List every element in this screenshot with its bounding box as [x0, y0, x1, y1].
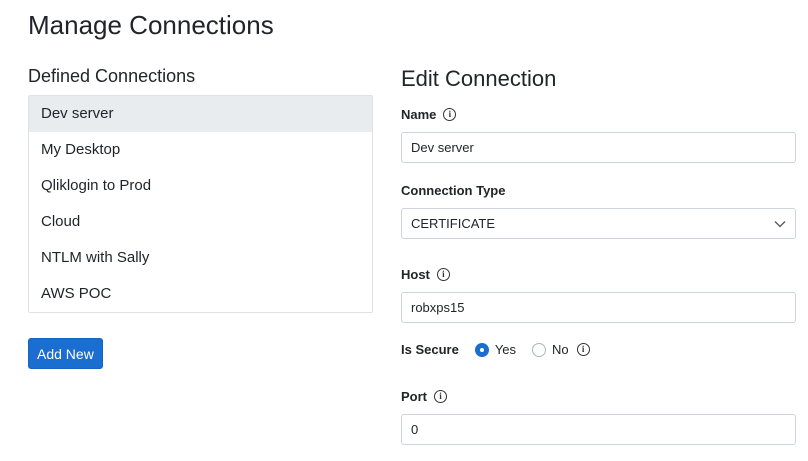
info-icon[interactable]: i	[576, 343, 590, 356]
name-input-value: Dev server	[411, 140, 474, 155]
info-icon[interactable]: i	[443, 107, 457, 121]
is-secure-label: Is Secure	[401, 342, 459, 357]
connection-item-qliklogin-prod[interactable]: Qliklogin to Prod	[29, 168, 372, 204]
name-label: Name	[401, 106, 437, 122]
name-input[interactable]: Dev server	[401, 132, 796, 163]
is-secure-no-option[interactable]: No	[532, 342, 569, 357]
info-icon[interactable]: i	[434, 389, 447, 403]
is-secure-yes-radio[interactable]	[474, 342, 489, 357]
connection-type-label: Connection Type	[401, 182, 506, 198]
host-input-value: robxps15	[411, 300, 465, 315]
host-label: Host	[401, 266, 430, 282]
connection-item-ntlm-sally[interactable]: NTLM with Sally	[29, 240, 372, 276]
page-title: Manage Connections	[28, 10, 274, 40]
connection-type-select[interactable]: CERTIFICATE	[401, 208, 796, 239]
host-input[interactable]: robxps15	[401, 292, 796, 323]
is-secure-yes-option[interactable]: Yes	[474, 342, 517, 357]
connection-item-cloud[interactable]: Cloud	[29, 204, 372, 240]
info-icon[interactable]: i	[436, 267, 450, 281]
add-new-button[interactable]: Add New	[28, 338, 103, 369]
connection-item-aws-poc[interactable]: AWS POC	[29, 276, 372, 312]
defined-connections-title: Defined Connections	[28, 66, 196, 86]
name-field-group: Name i Dev server	[401, 105, 796, 163]
connection-type-value: CERTIFICATE	[411, 216, 496, 231]
host-field-group: Host i robxps15	[401, 265, 796, 323]
connection-type-field-group: Connection Type CERTIFICATE	[401, 181, 796, 239]
connections-list: Dev server My Desktop Qliklogin to Prod …	[28, 95, 373, 313]
port-field-group: Port i 0	[401, 387, 796, 445]
is-secure-yes-label: Yes	[494, 342, 517, 357]
is-secure-field-group: Is Secure Yes No i	[401, 342, 796, 357]
port-label: Port	[401, 388, 427, 404]
edit-connection-title: Edit Connection	[401, 66, 557, 91]
connection-item-my-desktop[interactable]: My Desktop	[29, 132, 372, 168]
connections-panel: Defined Connections Dev server My Deskto…	[28, 66, 373, 369]
connection-item-dev-server[interactable]: Dev server	[29, 96, 372, 132]
edit-connection-panel: Edit Connection Name i Dev server Connec…	[401, 66, 796, 445]
is-secure-no-label: No	[552, 342, 569, 357]
is-secure-no-radio[interactable]	[532, 342, 547, 357]
port-input-value: 0	[411, 422, 419, 437]
port-input[interactable]: 0	[401, 414, 796, 445]
chevron-down-icon	[774, 220, 786, 227]
